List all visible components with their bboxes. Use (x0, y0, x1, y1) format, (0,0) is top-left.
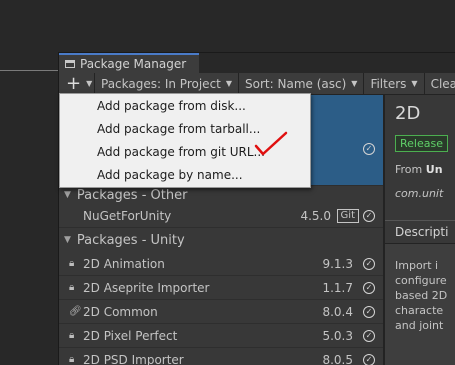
package-name: 2D Animation (83, 257, 165, 271)
list-item-2d-pixel-perfect[interactable]: 🔒︎ 2D Pixel Perfect 5.0.3 ✓ (59, 324, 383, 348)
lock-icon: 🔒︎ (69, 354, 74, 365)
tab-package-manager[interactable]: Package Manager (59, 53, 199, 73)
installed-check-icon: ✓ (363, 330, 375, 342)
from-prefix: From (395, 163, 422, 176)
clear-filters-button[interactable]: Clear Fil (425, 73, 455, 94)
package-id: com.unit (395, 187, 443, 200)
caret-down-icon: ▼ (226, 79, 232, 88)
menu-item-add-from-disk[interactable]: Add package from disk... (60, 94, 310, 117)
package-name: NuGetForUnity (83, 209, 171, 223)
package-version: 8.0.4 (322, 305, 353, 319)
sort-label: Sort: Name (asc) (245, 77, 346, 91)
description-panel: Import i configure based 2D characte and… (385, 244, 455, 365)
package-name: 2D PSD Importer (83, 353, 184, 365)
sort-dropdown[interactable]: Sort: Name (asc) ▼ (239, 73, 364, 94)
package-title: 2D (395, 103, 420, 124)
group-packages-unity[interactable]: ▼ Packages - Unity (59, 228, 383, 252)
package-name: 2D Common (83, 305, 158, 319)
package-version: 5.0.3 (322, 329, 353, 343)
installed-check-icon: ✓ (363, 258, 375, 270)
list-item-nugetforunity[interactable]: NuGetForUnity 4.5.0 Git ✓ (59, 204, 383, 228)
package-version: 1.1.7 (322, 281, 353, 295)
lock-icon: 🔒︎ (69, 330, 74, 341)
red-checkmark-annotation (253, 130, 289, 160)
caret-down-icon: ▼ (351, 79, 357, 88)
git-badge: Git (337, 209, 359, 223)
package-name: 2D Aseprite Importer (83, 281, 209, 295)
background-divider (0, 70, 58, 71)
package-version: 9.1.3 (322, 257, 353, 271)
installed-check-icon: ✓ (363, 282, 375, 294)
package-details: 2D Release From Un com.unit Descripti Im… (385, 95, 455, 365)
list-item-2d-psd-importer[interactable]: 🔒︎ 2D PSD Importer 8.0.5 ✓ (59, 348, 383, 365)
installed-check-icon: ✓ (363, 354, 375, 365)
menu-item-add-by-name[interactable]: Add package by name... (60, 163, 310, 186)
lock-icon: 🔒︎ (69, 258, 74, 269)
caret-down-icon: ▼ (411, 79, 417, 88)
group-label: Packages - Other (77, 188, 188, 203)
group-label: Packages - Unity (77, 233, 185, 248)
package-manager-icon (65, 60, 75, 68)
packages-scope-dropdown[interactable]: Packages: In Project ▼ (95, 73, 239, 94)
group-packages-other[interactable]: ▼ Packages - Other (59, 186, 383, 204)
list-item-2d-animation[interactable]: 🔒︎ 2D Animation 9.1.3 ✓ (59, 252, 383, 276)
link-icon: 🔗︎ (69, 306, 82, 317)
package-version: 8.0.5 (322, 353, 353, 365)
installed-check-icon: ✓ (363, 210, 375, 222)
filters-dropdown[interactable]: Filters ▼ (364, 73, 424, 94)
list-item-2d-aseprite-importer[interactable]: 🔒︎ 2D Aseprite Importer 1.1.7 ✓ (59, 276, 383, 300)
package-version: 4.5.0 (300, 209, 331, 223)
installed-check-icon: ✓ (363, 306, 375, 318)
plus-icon: + (66, 73, 81, 94)
expand-triangle-icon: ▼ (64, 235, 71, 245)
tab-title: Package Manager (80, 57, 186, 71)
list-item-2d-common[interactable]: 🔗︎ 2D Common 8.0.4 ✓ (59, 300, 383, 324)
expand-triangle-icon: ▼ (64, 190, 71, 200)
from-value: Un (426, 163, 443, 176)
tab-description[interactable]: Descripti (385, 220, 455, 244)
caret-down-icon: ▼ (86, 79, 92, 88)
description-text: Import i configure based 2D characte and… (395, 258, 455, 333)
filters-label: Filters (370, 77, 406, 91)
add-package-button[interactable]: +▼ (59, 73, 95, 94)
tab-bar: Package Manager (59, 53, 455, 73)
packages-scope-label: Packages: In Project (101, 77, 221, 91)
toolbar: +▼ Packages: In Project▼ Sort: Name (asc… (59, 73, 455, 95)
installed-check-icon: ✓ (363, 143, 375, 155)
package-name: 2D Pixel Perfect (83, 329, 177, 343)
release-badge: Release (395, 135, 448, 152)
clear-filters-label: Clear Fil (431, 77, 455, 91)
package-author: From Un (395, 163, 443, 176)
lock-icon: 🔒︎ (69, 282, 74, 293)
